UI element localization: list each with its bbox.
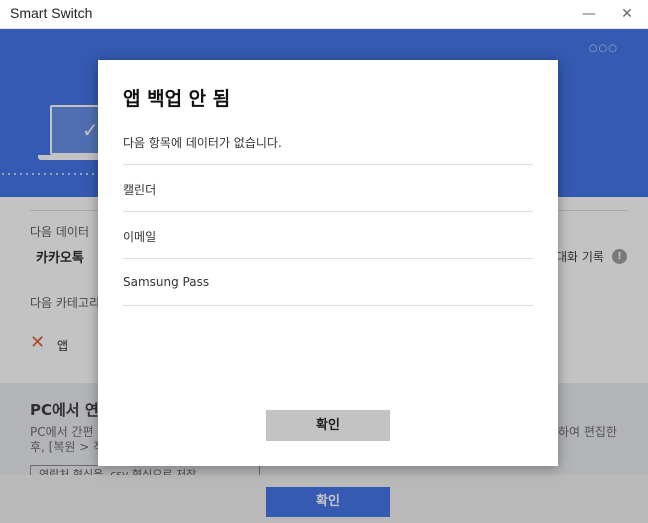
dialog-subtitle: 다음 항목에 데이터가 없습니다. (123, 136, 282, 150)
dialog-title: 앱 백업 안 됨 (123, 88, 231, 110)
divider (123, 211, 533, 212)
divider (123, 164, 533, 165)
window-title: Smart Switch (10, 5, 93, 21)
close-button[interactable]: ✕ (612, 2, 642, 26)
divider (123, 305, 533, 306)
dialog-confirm-button[interactable]: 확인 (266, 410, 390, 441)
backup-failed-dialog: 앱 백업 안 됨 다음 항목에 데이터가 없습니다. 캘린더 이메일 Samsu… (98, 60, 558, 466)
list-item: 이메일 (123, 230, 157, 244)
list-item: Samsung Pass (123, 275, 210, 289)
list-item: 캘린더 (123, 183, 157, 197)
divider (123, 258, 533, 259)
title-bar: Smart Switch — ✕ (0, 0, 648, 29)
minimize-button[interactable]: — (574, 2, 604, 26)
